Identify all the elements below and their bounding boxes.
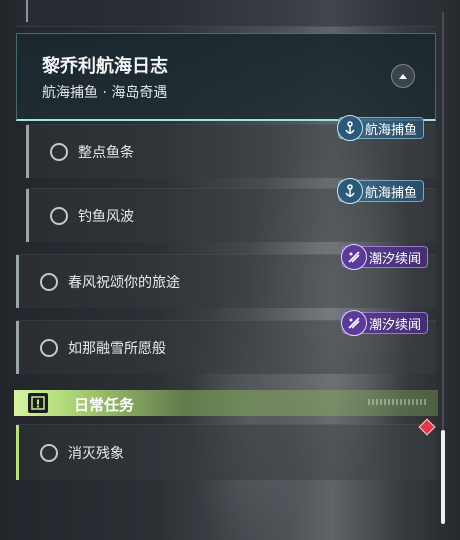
card-accent	[26, 0, 28, 22]
decorative-stripes	[368, 399, 428, 405]
daily-quest-item-1[interactable]: 消灭残象	[16, 424, 436, 480]
anchor-icon	[337, 115, 363, 141]
quest-tag-label: 航海捕鱼	[365, 185, 418, 201]
quest-group-header[interactable]: 黎乔利航海日志 航海捕鱼 · 海岛奇遇	[16, 33, 436, 121]
anchor-icon	[337, 178, 363, 204]
quest-status-circle-icon	[50, 142, 68, 161]
quest-status-circle-icon	[50, 206, 68, 225]
quest-accent	[16, 425, 19, 480]
quest-status-circle-icon	[40, 272, 58, 291]
chevron-up-icon	[399, 74, 407, 79]
quest-accent	[16, 321, 19, 374]
quest-label: 钓鱼风波	[78, 208, 134, 225]
quest-group-subtitle: 航海捕鱼 · 海岛奇遇	[42, 85, 168, 101]
collapse-button[interactable]	[391, 64, 415, 88]
daily-tasks-header[interactable]: 日常任务	[14, 390, 438, 416]
quest-label: 如那融雪所愿般	[68, 340, 166, 357]
quest-tag-label: 潮汐续闻	[369, 251, 422, 267]
previous-quest-card[interactable]	[16, 0, 436, 27]
quest-status-circle-icon	[40, 338, 58, 357]
quest-label: 整点鱼条	[78, 144, 134, 161]
quest-status-circle-icon	[40, 443, 58, 462]
quest-tag-fishing: 航海捕鱼	[337, 178, 425, 204]
scrollbar-thumb[interactable]	[441, 430, 445, 524]
tide-icon	[341, 244, 367, 270]
tide-icon	[341, 310, 367, 336]
quest-accent	[26, 125, 29, 178]
quest-tag-fishing: 航海捕鱼	[337, 115, 425, 141]
quest-tag-label: 航海捕鱼	[365, 122, 418, 138]
quest-tag-tide: 潮汐续闻	[341, 310, 429, 336]
quest-group-title: 黎乔利航海日志	[42, 56, 168, 77]
quest-accent	[16, 255, 19, 308]
quest-label: 春风祝颂你的旅途	[68, 274, 180, 291]
quest-accent	[26, 189, 29, 242]
alert-square-icon	[28, 393, 48, 413]
quest-label: 消灭残象	[68, 445, 124, 462]
quest-tag-tide: 潮汐续闻	[341, 244, 429, 270]
daily-tasks-title: 日常任务	[74, 396, 135, 414]
quest-tag-label: 潮汐续闻	[369, 317, 422, 333]
